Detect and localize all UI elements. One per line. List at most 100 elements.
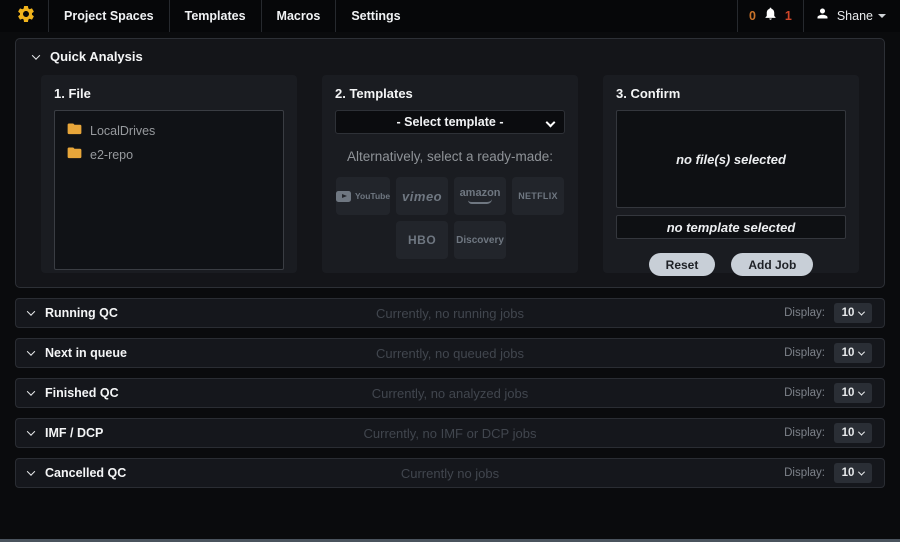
display-count-select[interactable]: 10 (834, 423, 872, 443)
brand-label: YouTube (355, 191, 390, 201)
notification-count-right[interactable]: 1 (785, 9, 792, 23)
template-select[interactable]: - Select template - (335, 110, 565, 134)
section-running-qc: Running QC Currently, no running jobs Di… (15, 298, 885, 328)
file-panel: 1. File LocalDrives e2-repo (41, 75, 297, 273)
chevron-down-icon (27, 387, 35, 395)
chevron-down-icon (858, 388, 865, 395)
nav-item-templates[interactable]: Templates (170, 0, 261, 32)
section-finished-qc: Finished QC Currently, no analyzed jobs … (15, 378, 885, 408)
ready-made-label: Alternatively, select a ready-made: (335, 149, 565, 164)
no-template-text: no template selected (667, 220, 796, 235)
user-menu[interactable]: Shane (837, 9, 886, 23)
section-next-in-queue: Next in queue Currently, no queued jobs … (15, 338, 885, 368)
nav-divider (803, 0, 804, 32)
nav-item-project-spaces[interactable]: Project Spaces (49, 0, 169, 32)
section-display: Display: 10 (784, 383, 872, 403)
confirm-panel-title: 3. Confirm (616, 86, 846, 101)
section-header[interactable]: Finished QC (28, 386, 119, 400)
folder-item-localdrives[interactable]: LocalDrives (65, 119, 273, 143)
quick-analysis-title: Quick Analysis (50, 49, 143, 64)
section-label: Running QC (45, 306, 118, 320)
section-status: Currently, no queued jobs (16, 346, 884, 361)
chevron-down-icon (858, 428, 865, 435)
brand-vimeo-button[interactable]: vimeo (396, 177, 448, 215)
display-count-select[interactable]: 10 (834, 343, 872, 363)
display-count-select[interactable]: 10 (834, 383, 872, 403)
app-logo[interactable] (12, 4, 48, 29)
nav-divider (737, 0, 738, 32)
display-label: Display: (784, 387, 825, 399)
app-window: Project Spaces Templates Macros Settings… (0, 0, 900, 542)
chevron-down-icon (27, 467, 35, 475)
folder-icon (67, 122, 82, 140)
brand-label: HBO (408, 233, 436, 247)
section-status: Currently no jobs (16, 466, 884, 481)
person-icon (815, 6, 830, 26)
quick-analysis-card: Quick Analysis 1. File LocalDrives (15, 38, 885, 288)
section-header[interactable]: Next in queue (28, 346, 127, 360)
folder-label: e2-repo (90, 148, 133, 162)
navbar-right: 0 1 Shane (733, 0, 886, 32)
chevron-down-icon (858, 468, 865, 475)
chevron-down-icon (858, 348, 865, 355)
display-count-value: 10 (842, 387, 855, 399)
top-navbar: Project Spaces Templates Macros Settings… (0, 0, 900, 32)
folder-item-e2-repo[interactable]: e2-repo (65, 143, 273, 167)
section-status: Currently, no analyzed jobs (16, 386, 884, 401)
amazon-smile-icon (468, 199, 492, 204)
quick-analysis-panels: 1. File LocalDrives e2-repo (16, 69, 884, 287)
section-display: Display: 10 (784, 423, 872, 443)
brand-youtube-button[interactable]: YouTube (336, 177, 390, 215)
no-files-text: no file(s) selected (676, 152, 786, 167)
section-header[interactable]: Running QC (28, 306, 118, 320)
brand-label: Discovery (456, 235, 504, 246)
templates-panel: 2. Templates - Select template - Alterna… (322, 75, 578, 273)
display-count-select[interactable]: 10 (834, 463, 872, 483)
nav-item-settings[interactable]: Settings (336, 0, 415, 32)
display-label: Display: (784, 307, 825, 319)
display-count-value: 10 (842, 467, 855, 479)
section-header[interactable]: Cancelled QC (28, 466, 126, 480)
section-display: Display: 10 (784, 463, 872, 483)
selected-template-box: no template selected (616, 215, 846, 239)
section-status: Currently, no IMF or DCP jobs (16, 426, 884, 441)
main-content: Quick Analysis 1. File LocalDrives (0, 32, 900, 488)
brand-label: vimeo (402, 189, 442, 204)
brand-amazon-button[interactable]: amazon (454, 177, 506, 215)
youtube-play-icon (336, 191, 351, 202)
section-imf-dcp: IMF / DCP Currently, no IMF or DCP jobs … (15, 418, 885, 448)
gear-icon (16, 4, 36, 29)
brand-label: NETFLIX (518, 191, 558, 201)
brand-hbo-button[interactable]: HBO (396, 221, 448, 259)
quick-analysis-header[interactable]: Quick Analysis (16, 39, 884, 69)
display-count-value: 10 (842, 307, 855, 319)
chevron-down-icon (27, 427, 35, 435)
display-label: Display: (784, 347, 825, 359)
bell-icon[interactable] (763, 6, 778, 26)
folder-icon (67, 146, 82, 164)
nav-item-macros[interactable]: Macros (262, 0, 336, 32)
notification-count-left[interactable]: 0 (749, 9, 756, 23)
reset-button[interactable]: Reset (649, 253, 716, 276)
chevron-down-icon (32, 51, 40, 59)
display-label: Display: (784, 427, 825, 439)
file-tree[interactable]: LocalDrives e2-repo (54, 110, 284, 270)
section-label: Next in queue (45, 346, 127, 360)
section-cancelled-qc: Cancelled QC Currently no jobs Display: … (15, 458, 885, 488)
section-display: Display: 10 (784, 343, 872, 363)
display-count-value: 10 (842, 427, 855, 439)
brand-discovery-button[interactable]: Discovery (454, 221, 506, 259)
selected-files-box: no file(s) selected (616, 110, 846, 208)
folder-label: LocalDrives (90, 124, 155, 138)
section-status: Currently, no running jobs (16, 306, 884, 321)
add-job-button[interactable]: Add Job (731, 253, 813, 276)
display-count-value: 10 (842, 347, 855, 359)
brand-grid: YouTube vimeo amazon NETFLIX (335, 177, 565, 259)
brand-netflix-button[interactable]: NETFLIX (512, 177, 564, 215)
confirm-buttons: Reset Add Job (616, 253, 846, 276)
chevron-down-icon (546, 118, 556, 128)
caret-down-icon (878, 14, 886, 18)
section-header[interactable]: IMF / DCP (28, 426, 103, 440)
user-name-label: Shane (837, 9, 873, 23)
display-count-select[interactable]: 10 (834, 303, 872, 323)
